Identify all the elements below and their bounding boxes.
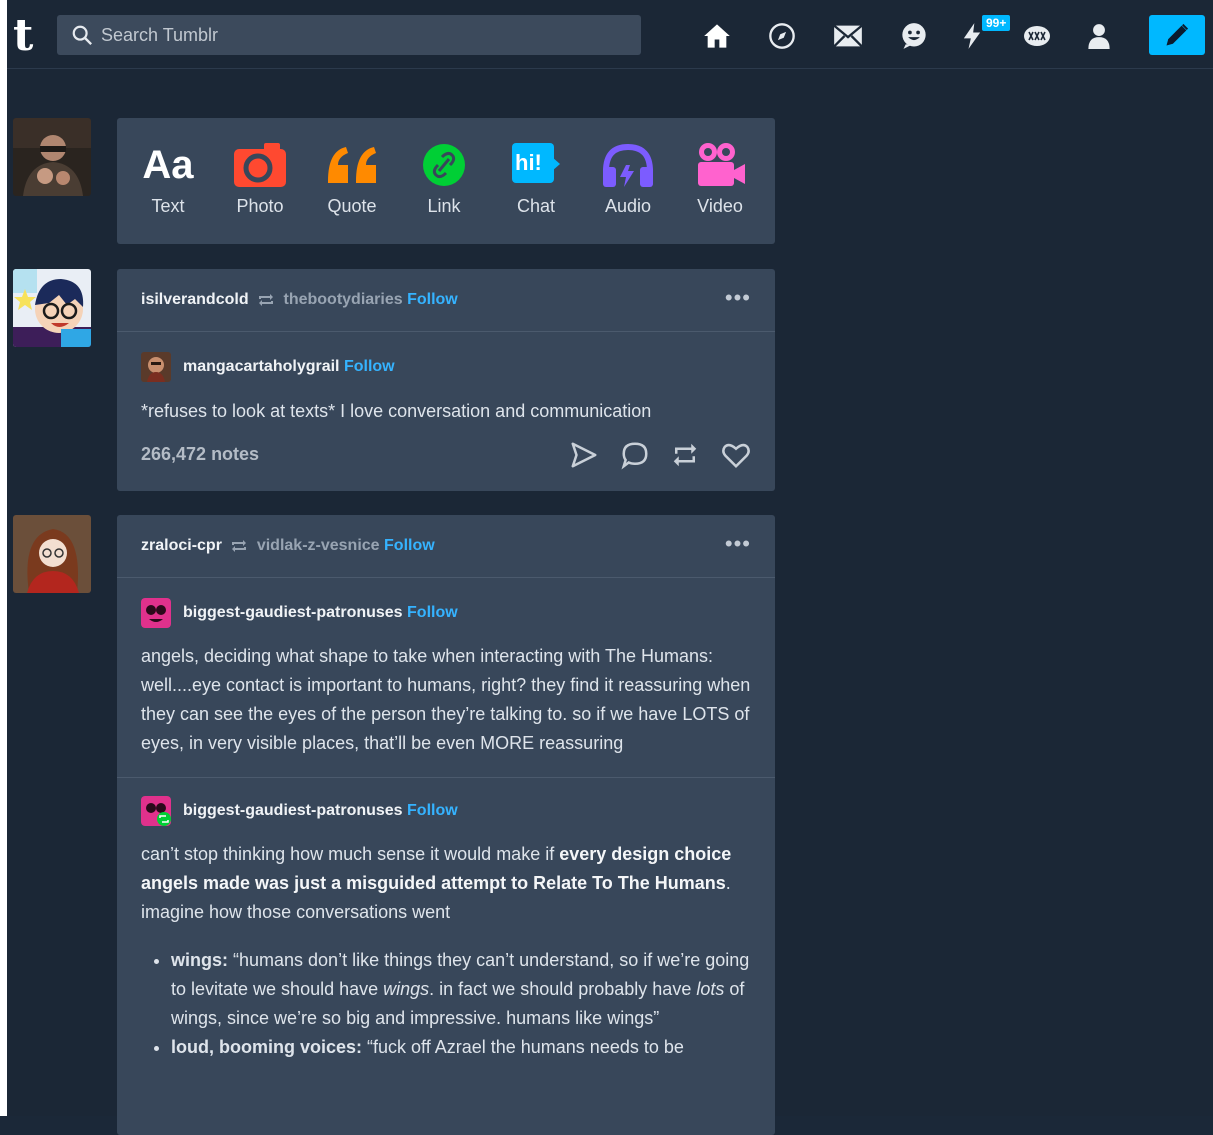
reblogged-from[interactable]: thebootydiaries [284, 291, 403, 308]
post-type-label: Photo [236, 196, 284, 216]
search-bar[interactable] [57, 15, 641, 55]
post-type-composer: Aa Text Photo Quote Link hi! Chat Audio … [117, 118, 775, 244]
link-icon [423, 144, 465, 186]
text-aa-icon: Aa [142, 142, 194, 187]
trail-avatar[interactable] [141, 796, 171, 826]
video-camera-icon [698, 143, 745, 186]
like-heart-icon[interactable] [721, 440, 751, 470]
messaging-icon[interactable] [899, 21, 929, 51]
reblog-trail-header: biggest-gaudiest-patronuses Follow [117, 796, 775, 826]
reblog-small-icon [259, 293, 274, 306]
post-blog-name[interactable]: isilverandcold [141, 291, 249, 308]
post-type-chat[interactable]: hi! Chat [490, 140, 582, 217]
user-avatar[interactable] [13, 118, 91, 196]
trail-avatar[interactable] [141, 598, 171, 628]
tumblr-logo[interactable]: t [13, 13, 45, 59]
reblog-small-icon [232, 539, 247, 552]
share-icon[interactable] [569, 440, 599, 470]
trail-blog-name[interactable]: mangacartaholygrail [183, 358, 340, 375]
post-avatar-zraloci-cpr[interactable] [13, 515, 91, 593]
follow-button[interactable]: Follow [407, 291, 458, 308]
post-card: zraloci-cpr vidlak-z-vesnice Follow ••• … [117, 515, 775, 1135]
pencil-icon [1166, 23, 1189, 46]
notes-count[interactable]: 266,472 notes [141, 444, 259, 465]
post-type-label: Link [427, 196, 461, 216]
search-icon [72, 25, 93, 46]
post-text: angels, deciding what shape to take when… [141, 646, 751, 753]
post-text: can’t stop thinking how much sense it wo… [141, 844, 732, 922]
reblogged-from[interactable]: vidlak-z-vesnice [257, 537, 380, 554]
more-options-icon[interactable]: ••• [725, 285, 751, 311]
headphones-icon [603, 143, 653, 187]
post-header: isilverandcold thebootydiaries Follow ••… [117, 269, 775, 332]
reblog-icon[interactable] [670, 440, 700, 470]
trail-blog-name[interactable]: biggest-gaudiest-patronuses [183, 604, 403, 621]
activity-badge: 99+ [981, 14, 1012, 32]
post-type-video[interactable]: Video [674, 140, 766, 217]
follow-button[interactable]: Follow [384, 537, 435, 554]
post-type-label: Chat [516, 196, 556, 216]
follow-button[interactable]: Follow [407, 604, 458, 621]
post-type-link[interactable]: Link [398, 140, 490, 217]
post-blog-name[interactable]: zraloci-cpr [141, 537, 222, 554]
post-footer: 266,472 notes [117, 426, 775, 482]
reblog-trail-header: biggest-gaudiest-patronuses Follow [117, 598, 775, 628]
post-card: isilverandcold thebootydiaries Follow ••… [117, 269, 775, 491]
reblog-trail-header: mangacartaholygrail Follow [117, 352, 775, 382]
post-text: *refuses to look at texts* I love conver… [141, 401, 652, 421]
search-input[interactable] [101, 15, 621, 55]
post-type-label: Quote [327, 196, 377, 216]
post-type-quote[interactable]: Quote [306, 140, 398, 217]
list-item: loud, booming voices: “fuck off Azrael t… [171, 1033, 751, 1062]
more-options-icon[interactable]: ••• [725, 531, 751, 557]
list-item: wings: “humans don’t like things they ca… [171, 946, 751, 1033]
follow-button[interactable]: Follow [407, 802, 458, 819]
post-type-label: Video [697, 196, 743, 216]
chat-icon: hi! [512, 143, 560, 187]
explore-icon[interactable] [767, 21, 797, 51]
quote-icon [328, 147, 376, 183]
post-type-label: Audio [604, 196, 652, 216]
post-type-audio[interactable]: Audio [582, 140, 674, 217]
post-bullet-list: wings: “humans don’t like things they ca… [117, 946, 775, 1062]
inbox-icon[interactable] [833, 21, 863, 51]
xkit-icon[interactable] [1022, 21, 1052, 51]
trail-blog-name[interactable]: biggest-gaudiest-patronuses [183, 802, 403, 819]
post-type-label: Text [151, 196, 185, 216]
post-avatar-isilverandcold[interactable] [13, 269, 91, 347]
home-icon[interactable] [702, 21, 732, 51]
top-navbar: t 99+ [7, 7, 1213, 69]
compose-button[interactable] [1149, 15, 1205, 55]
post-type-text[interactable]: Aa Text [122, 140, 214, 217]
camera-icon [234, 143, 286, 187]
trail-avatar[interactable] [141, 352, 171, 382]
account-icon[interactable] [1084, 21, 1114, 51]
post-type-photo[interactable]: Photo [214, 140, 306, 217]
window-edge [0, 0, 7, 1116]
post-header: zraloci-cpr vidlak-z-vesnice Follow ••• [117, 515, 775, 578]
follow-button[interactable]: Follow [344, 358, 395, 375]
reply-icon[interactable] [620, 440, 650, 470]
